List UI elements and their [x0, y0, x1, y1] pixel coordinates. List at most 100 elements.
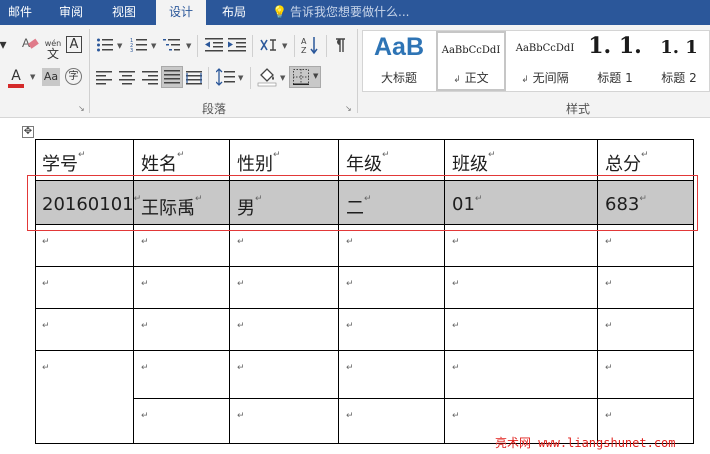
line-spacing-icon[interactable] — [215, 68, 236, 90]
enclose-characters-icon[interactable]: 字 — [65, 68, 82, 85]
end-of-cell-mark: ↵ — [177, 150, 185, 160]
bullets-icon[interactable] — [96, 37, 114, 57]
header-student-id: 学号 — [42, 154, 78, 175]
header-name: 姓名 — [141, 154, 177, 175]
multilevel-dropdown-arrow[interactable]: ▼ — [186, 42, 191, 50]
end-of-cell-mark: ↵ — [605, 279, 613, 289]
align-left-glyph — [96, 71, 112, 85]
numbering-dropdown-arrow[interactable]: ▼ — [151, 42, 156, 50]
font-color-dropdown-arrow[interactable]: ▼ — [30, 73, 35, 81]
align-right-glyph — [142, 71, 158, 85]
bullets-dropdown-arrow[interactable]: ▼ — [117, 42, 122, 50]
header-grade: 年级 — [346, 154, 382, 175]
end-of-cell-mark: ↵ — [42, 321, 50, 331]
shading-icon[interactable] — [257, 67, 277, 91]
table-header-cell[interactable]: 姓名 ↵ — [141, 150, 185, 176]
style-item-no-spacing[interactable]: AaBbCcDdI ↲ 无间隔 — [508, 31, 582, 91]
style-item-heading-2[interactable]: 1. 1 标题 2 — [649, 31, 709, 91]
chinese-layout-glyph — [260, 39, 276, 51]
paint-bucket-glyph — [257, 68, 277, 87]
font-size-dropdown-arrow[interactable]: ▾ — [0, 35, 8, 55]
align-center-icon[interactable] — [119, 70, 135, 89]
svg-text:A: A — [22, 36, 30, 50]
tab-view[interactable]: 视图 — [100, 0, 148, 25]
sort-icon[interactable]: A Z — [301, 35, 319, 59]
end-of-cell-mark: ↵ — [237, 411, 245, 421]
cell-total-score: 683 — [605, 194, 640, 215]
shading-dropdown-arrow[interactable]: ▼ — [280, 74, 285, 82]
table-header-cell[interactable]: 学号 ↵ — [42, 150, 86, 176]
table-cell[interactable]: 二 ↵ — [346, 194, 372, 220]
multilevel-list-icon[interactable] — [163, 37, 183, 57]
table-header-cell[interactable]: 性别 ↵ — [237, 150, 281, 176]
multilevel-list-glyph — [163, 39, 180, 51]
table-cell[interactable]: 王际禹 ↵ — [141, 194, 203, 220]
borders-button[interactable]: ▼ — [289, 66, 321, 88]
character-border-icon[interactable]: A — [66, 36, 82, 53]
font-color-icon[interactable]: A — [8, 68, 24, 84]
font-dialog-launcher-icon[interactable]: ↘ — [78, 104, 85, 113]
decrease-indent-icon[interactable] — [205, 37, 223, 57]
end-of-cell-mark: ↵ — [452, 363, 460, 373]
end-of-cell-mark: ↵ — [605, 411, 613, 421]
show-paragraph-marks-icon[interactable] — [333, 37, 347, 57]
end-of-cell-mark: ↵ — [42, 363, 50, 373]
style-preview-normal: AaBbCcDdI — [441, 45, 501, 56]
justify-button[interactable] — [161, 66, 183, 88]
paragraph-dialog-launcher-icon[interactable]: ↘ — [345, 104, 352, 113]
style-item-heading-1[interactable]: 1. 1. 标题 1 — [583, 31, 647, 91]
table-cell[interactable]: 01 ↵ — [452, 194, 482, 215]
clear-format-icon[interactable]: A — [20, 35, 40, 57]
end-of-cell-mark: ↵ — [78, 150, 86, 160]
font-color-bar — [8, 84, 24, 88]
end-of-cell-mark: ↵ — [195, 194, 203, 204]
lightbulb-icon: 💡 — [272, 5, 287, 19]
mini-separator — [252, 35, 253, 57]
table-header-cell[interactable]: 总分 ↵ — [605, 150, 649, 176]
style-name-title: 大标题 — [380, 71, 417, 85]
distributed-icon[interactable] — [186, 70, 202, 89]
increase-indent-icon[interactable] — [228, 37, 246, 57]
table-move-handle-icon[interactable]: ✥ — [22, 126, 34, 138]
end-of-cell-mark: ↵ — [346, 279, 354, 289]
line-spacing-dropdown-arrow[interactable]: ▼ — [238, 74, 243, 82]
borders-dropdown-arrow[interactable]: ▼ — [313, 72, 318, 80]
table-header-cell[interactable]: 班级 ↵ — [452, 150, 496, 176]
cell-student-id: 20160101 — [42, 194, 134, 215]
end-of-cell-mark: ↵ — [452, 279, 460, 289]
chinese-layout-dropdown-arrow[interactable]: ▼ — [282, 42, 287, 50]
end-of-cell-mark: ↵ — [237, 237, 245, 247]
table-cell[interactable]: 20160101 ↵ — [42, 194, 141, 215]
tell-me-search[interactable]: 💡 告诉我您想要做什么... — [272, 0, 409, 25]
tab-design[interactable]: 设计 — [156, 0, 206, 25]
style-preview-heading-2: 1. 1 — [660, 37, 698, 58]
cell-name: 王际禹 — [141, 198, 195, 219]
end-of-cell-mark: ↵ — [605, 321, 613, 331]
table-header-cell[interactable]: 年级 ↵ — [346, 150, 390, 176]
tab-review[interactable]: 审阅 — [48, 0, 94, 25]
align-left-icon[interactable] — [96, 70, 112, 89]
character-shading-icon[interactable]: Aa — [42, 68, 60, 86]
table-border — [133, 398, 693, 399]
tab-mailings[interactable]: 邮件 — [0, 0, 40, 25]
style-item-normal[interactable]: AaBbCcDdI ↲ 正文 — [436, 31, 506, 91]
style-name-heading-2: 标题 2 — [661, 71, 697, 85]
group-separator — [89, 29, 90, 113]
document-area[interactable]: ✥ 学号 ↵ 姓名 ↵ 性别 ↵ 年级 ↵ 班级 ↵ 总分 ↵ 20160101 ↵ 王际禹 ↵… — [0, 118, 710, 454]
end-of-cell-mark: ↵ — [488, 150, 496, 160]
paragraph-mark: ↲ — [453, 75, 461, 85]
group-separator — [357, 29, 358, 113]
numbering-icon[interactable]: 1 2 3 — [130, 37, 148, 57]
mini-separator — [197, 35, 198, 57]
chinese-layout-icon[interactable] — [259, 37, 279, 57]
end-of-cell-mark: ↵ — [452, 237, 460, 247]
svg-text:Z: Z — [301, 46, 307, 55]
end-of-cell-mark: ↵ — [639, 194, 647, 204]
align-right-icon[interactable] — [142, 70, 158, 89]
table-cell[interactable]: 683 ↵ — [605, 194, 647, 215]
tab-layout[interactable]: 布局 — [212, 0, 256, 25]
phonetic-guide-icon[interactable]: wén 文 — [44, 36, 62, 60]
end-of-cell-mark: ↵ — [255, 194, 263, 204]
style-item-title[interactable]: AaB 大标题 — [363, 31, 435, 91]
table-cell[interactable]: 男 ↵ — [237, 194, 263, 220]
